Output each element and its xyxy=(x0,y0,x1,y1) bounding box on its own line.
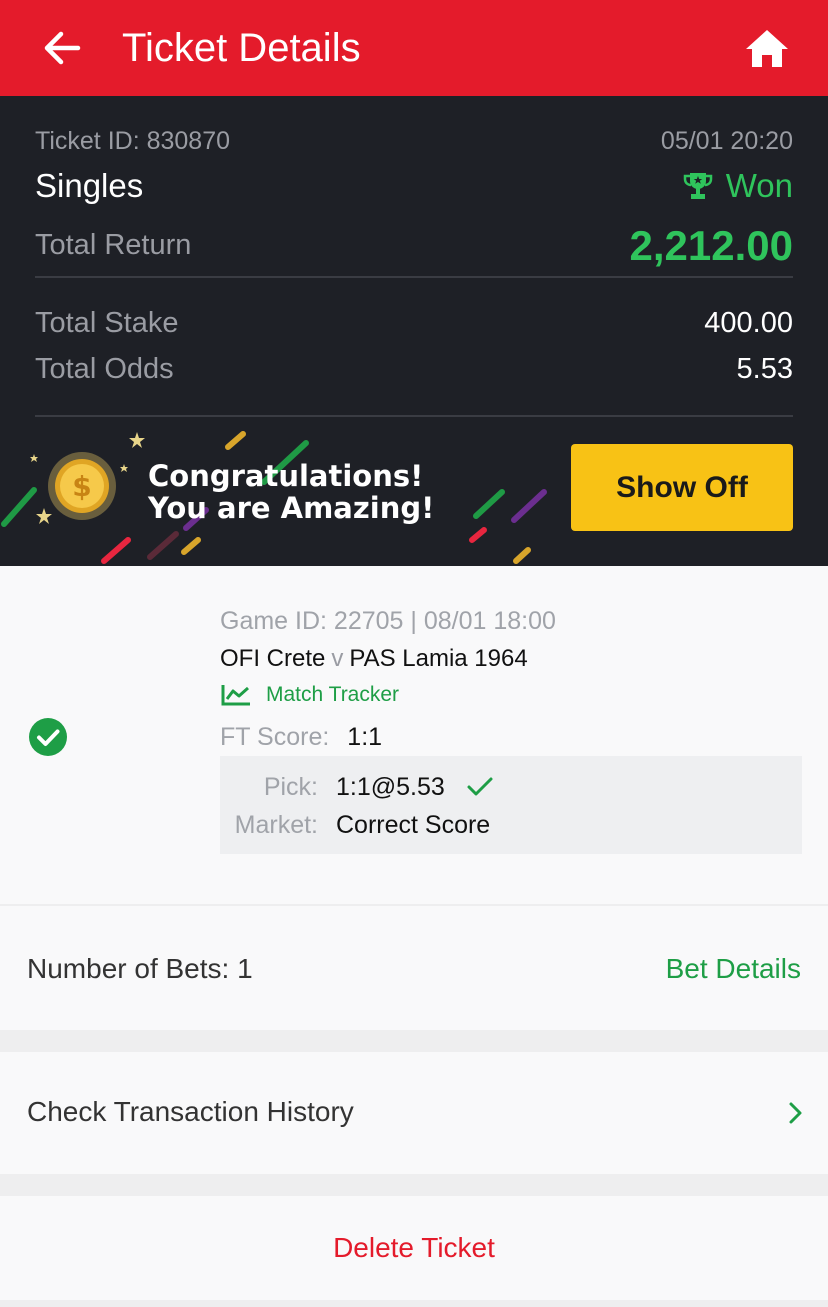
home-team: OFI Crete xyxy=(220,645,326,672)
ticket-id: Ticket ID: 830870 xyxy=(35,127,231,155)
divider xyxy=(35,276,793,278)
check-circle-icon xyxy=(29,718,67,756)
total-return-label: Total Return xyxy=(35,229,192,261)
congrats-banner: $ Congratulations! You are Amazing! Show… xyxy=(0,416,828,566)
checkmark-icon xyxy=(467,777,493,796)
congrats-text: Congratulations! You are Amazing! xyxy=(148,460,434,524)
dollar-coin-icon: $ xyxy=(48,452,116,520)
chart-line-icon xyxy=(221,685,250,706)
top-bar: Ticket Details xyxy=(0,0,828,96)
congrats-line1: Congratulations! xyxy=(148,459,424,493)
ft-score-label: FT Score: xyxy=(220,723,330,751)
total-stake-label: Total Stake xyxy=(35,307,179,339)
total-stake-value: 400.00 xyxy=(704,307,793,339)
home-icon[interactable] xyxy=(744,27,790,69)
away-team: PAS Lamia 1964 xyxy=(349,645,528,672)
pick-value: 1:1@5.53 xyxy=(336,773,445,801)
number-of-bets: Number of Bets: 1 xyxy=(27,953,253,984)
arrow-left-icon[interactable] xyxy=(40,26,84,70)
ft-score-value: 1:1 xyxy=(347,723,383,751)
status-text: Won xyxy=(725,167,793,204)
status-badge: Won xyxy=(682,166,793,206)
market-value: Correct Score xyxy=(336,811,491,839)
number-of-bets-row: Number of Bets: 1 Bet Details xyxy=(0,906,828,1030)
match-tracker-link[interactable]: Match Tracker xyxy=(220,682,399,708)
transaction-history-label: Check Transaction History xyxy=(27,1096,354,1127)
ft-score: FT Score: 1:1 xyxy=(220,722,382,752)
transaction-history-row[interactable]: Check Transaction History xyxy=(0,1052,828,1174)
congrats-line2: You are Amazing! xyxy=(148,491,435,525)
show-off-button[interactable]: Show Off xyxy=(571,444,793,531)
ticket-type: Singles xyxy=(35,167,144,204)
total-return-value: 2,212.00 xyxy=(629,222,794,269)
total-odds-label: Total Odds xyxy=(35,353,174,385)
game-meta: Game ID: 22705 | 08/01 18:00 xyxy=(220,607,556,635)
ticket-datetime: 05/01 20:20 xyxy=(660,127,793,155)
svg-text:$: $ xyxy=(72,470,91,503)
pick-box: Pick: 1:1@5.53 Market: Correct Score xyxy=(220,756,802,854)
pick-label: Pick: xyxy=(263,773,318,801)
match-tracker-label: Match Tracker xyxy=(266,683,400,706)
bet-card: Game ID: 22705 | 08/01 18:00 OFI Crete v P… xyxy=(0,566,828,904)
total-odds-value: 5.53 xyxy=(736,353,793,385)
chevron-right-icon xyxy=(789,1102,802,1124)
market-label: Market: xyxy=(234,811,318,839)
versus: v xyxy=(331,645,344,672)
bet-details-link[interactable]: Bet Details xyxy=(666,953,801,985)
trophy-icon xyxy=(683,173,712,199)
page-title: Ticket Details xyxy=(122,26,361,70)
delete-ticket-button[interactable]: Delete Ticket xyxy=(0,1196,828,1300)
ticket-summary: Ticket ID: 830870 05/01 20:20 Singles Wo… xyxy=(0,96,828,566)
match-name: OFI Crete v PAS Lamia 1964 xyxy=(220,644,528,674)
